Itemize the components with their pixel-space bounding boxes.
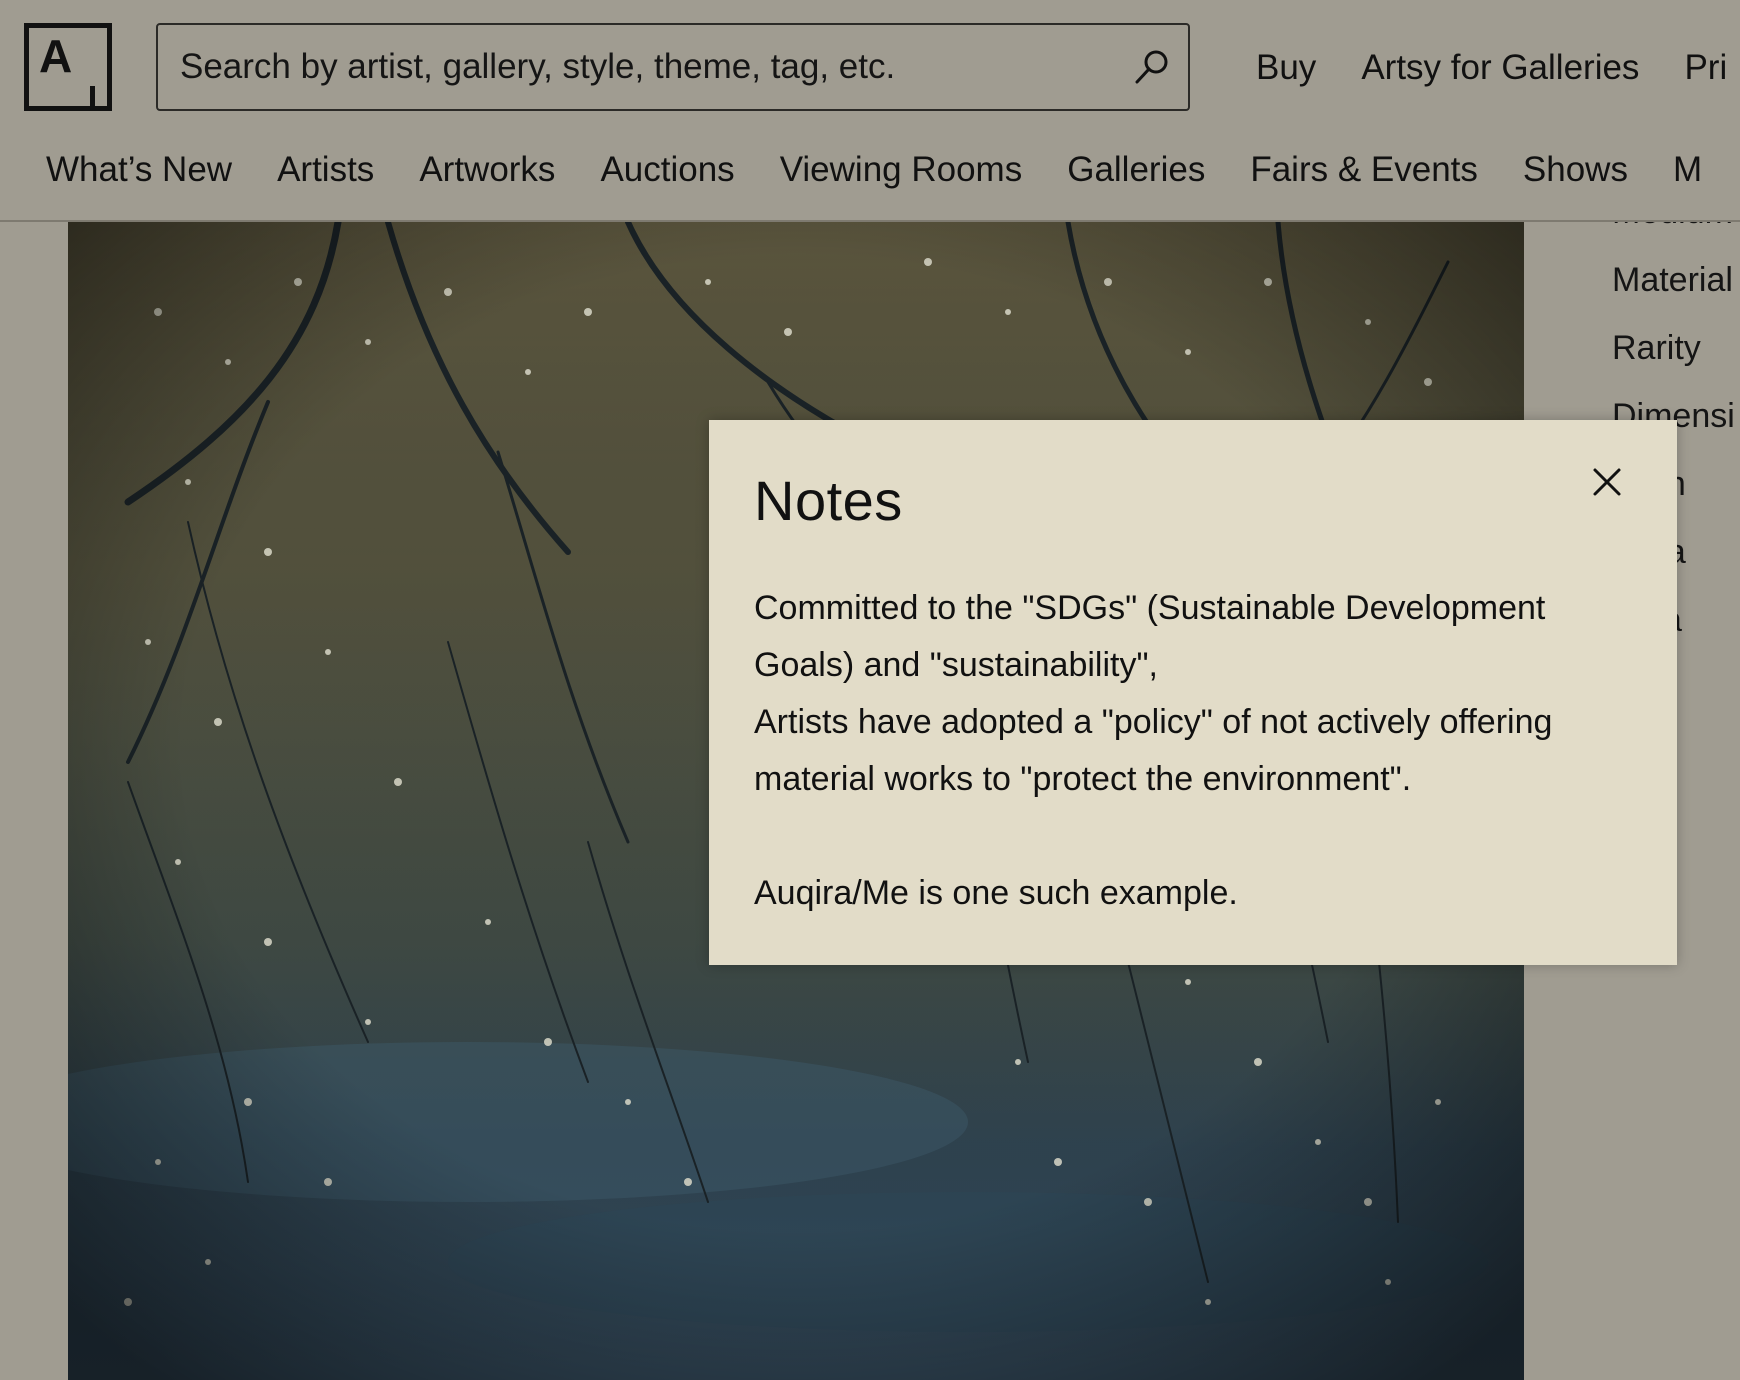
logo-mark (90, 86, 95, 106)
top-links: Buy Artsy for Galleries Pri (1256, 40, 1727, 96)
note-paragraph: Auqira/Me is one such example. (754, 874, 1238, 912)
note-paragraph: Committed to the "SDGs" (Sustainable Dev… (754, 589, 1546, 684)
nav-shows[interactable]: Shows (1523, 142, 1628, 198)
nav-galleries[interactable]: Galleries (1067, 142, 1205, 198)
filter-rarity[interactable]: Rarity (1612, 314, 1740, 382)
dialog-title: Notes (754, 469, 903, 532)
site-header: A Buy Artsy for Galleries Pri What’s New… (0, 0, 1740, 222)
dialog-body: Committed to the "SDGs" (Sustainable Dev… (754, 580, 1634, 922)
notes-dialog: Notes Committed to the "SDGs" (Sustainab… (709, 420, 1677, 965)
top-link-price-database[interactable]: Pri (1684, 40, 1727, 96)
top-link-buy[interactable]: Buy (1256, 40, 1316, 96)
filter-material[interactable]: Material (1612, 246, 1740, 314)
search-icon[interactable] (1132, 47, 1172, 87)
nav-artists[interactable]: Artists (277, 142, 374, 198)
close-icon[interactable] (1589, 464, 1625, 500)
nav-auctions[interactable]: Auctions (600, 142, 734, 198)
note-paragraph: Artists have adopted a "policy" of not a… (754, 703, 1553, 798)
search-input[interactable] (180, 25, 1080, 109)
main-nav: What’s New Artists Artworks Auctions Vie… (46, 142, 1702, 198)
search-box[interactable] (156, 23, 1190, 111)
nav-fairs-events[interactable]: Fairs & Events (1250, 142, 1478, 198)
top-link-artsy-for-galleries[interactable]: Artsy for Galleries (1361, 40, 1639, 96)
nav-more[interactable]: M (1673, 142, 1702, 198)
nav-viewing-rooms[interactable]: Viewing Rooms (780, 142, 1023, 198)
logo-letter: A (39, 30, 73, 82)
nav-artworks[interactable]: Artworks (419, 142, 555, 198)
artsy-logo[interactable]: A (24, 23, 112, 111)
page: A Buy Artsy for Galleries Pri What’s New… (0, 0, 1740, 1380)
nav-whats-new[interactable]: What’s New (46, 142, 232, 198)
